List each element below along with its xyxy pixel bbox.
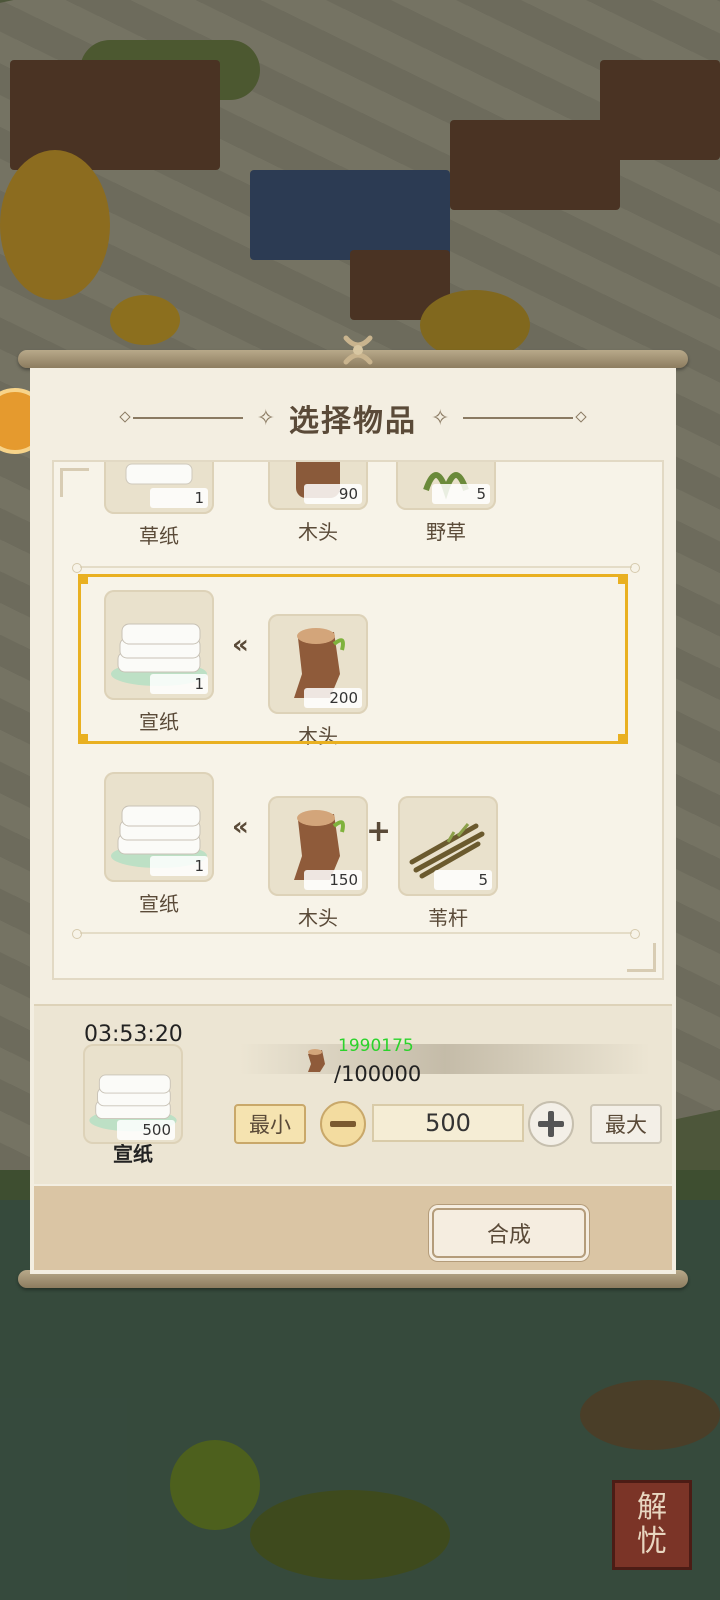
item-slot: 150 — [268, 796, 368, 896]
increase-quantity-button[interactable] — [528, 1101, 574, 1147]
title-left-ornament-icon: ✧ — [256, 405, 275, 431]
item-slot: 1 — [104, 772, 214, 882]
recipe-output[interactable]: 1 宣纸 — [104, 772, 214, 917]
recipe-input[interactable]: 5 苇杆 — [398, 796, 498, 931]
item-count: 500 — [117, 1120, 175, 1140]
row-divider — [72, 563, 640, 573]
wood-log-icon — [308, 1049, 325, 1072]
recipe-output[interactable]: 1 草纸 — [104, 462, 214, 549]
corner-ornament-icon — [627, 943, 656, 972]
item-count: 1 — [150, 856, 208, 876]
recipe-row[interactable]: 1 草纸 90 木头 5 野草 — [54, 462, 662, 554]
plus-icon — [538, 1111, 564, 1137]
craft-button[interactable]: 合成 — [432, 1208, 586, 1258]
row-divider — [72, 929, 640, 939]
item-count: 5 — [434, 870, 492, 890]
minus-icon — [330, 1121, 356, 1127]
item-count: 5 — [432, 484, 490, 504]
max-quantity-button[interactable]: 最大 — [590, 1104, 662, 1144]
item-name: 苇杆 — [428, 906, 468, 930]
item-slot: 1 — [104, 462, 214, 514]
seal-char-1: 解 — [637, 1490, 667, 1525]
decrease-quantity-button[interactable] — [320, 1101, 366, 1147]
recipe-row[interactable]: 1 宣纸 « 150 木头 + 5 苇杆 — [54, 760, 662, 930]
plus-icon: + — [366, 814, 392, 849]
seal-stamp-button[interactable]: 解 忧 — [612, 1480, 692, 1570]
item-slot: 5 — [396, 462, 496, 510]
recipe-input[interactable]: 150 木头 — [268, 796, 368, 931]
item-name: 草纸 — [139, 524, 179, 548]
quantity-field[interactable]: 500 — [372, 1104, 524, 1142]
item-name: 木头 — [298, 520, 338, 544]
craft-product: 500 宣纸 — [78, 1044, 188, 1167]
min-quantity-button[interactable]: 最小 — [234, 1104, 306, 1144]
item-name: 野草 — [426, 520, 466, 544]
arrow-left-icon: « — [232, 812, 249, 842]
dialog-title: 选择物品 — [289, 404, 417, 439]
recipe-input[interactable]: 5 野草 — [396, 462, 496, 545]
resource-current: 1990175 — [338, 1036, 414, 1056]
knot-ornament-icon — [343, 335, 373, 365]
resource-max: /100000 — [334, 1062, 422, 1086]
item-count: 90 — [304, 484, 362, 504]
item-name: 宣纸 — [139, 892, 179, 916]
item-count: 1 — [150, 488, 208, 508]
seal-char-2: 忧 — [637, 1524, 667, 1559]
title-right-ornament-icon: ✧ — [431, 405, 450, 431]
item-name: 木头 — [298, 906, 338, 930]
item-slot: 500 — [83, 1044, 183, 1144]
selected-recipe-highlight — [78, 574, 628, 744]
title-left-line — [132, 417, 243, 419]
item-count: 150 — [304, 870, 362, 890]
recipe-input[interactable]: 90 木头 — [268, 462, 368, 545]
dialog-header: ✧ 选择物品 ✧ — [30, 398, 676, 439]
item-slot: 5 — [398, 796, 498, 896]
item-slot: 90 — [268, 462, 368, 510]
title-right-line — [463, 417, 574, 419]
